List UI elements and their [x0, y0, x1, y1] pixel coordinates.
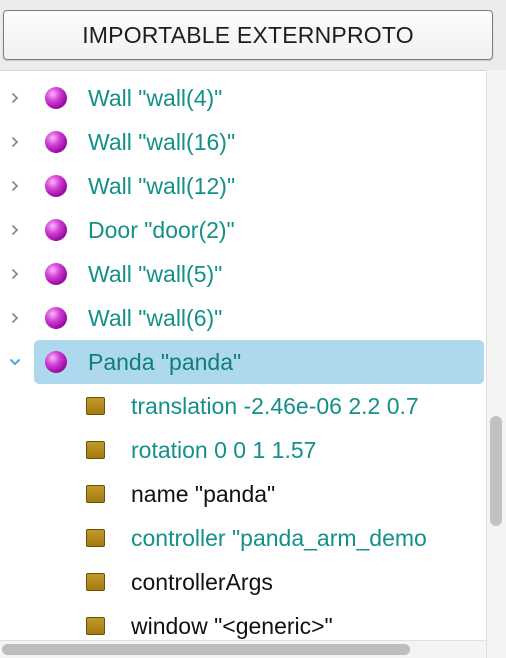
solid-node-sphere-icon: [45, 87, 67, 109]
tree-node-wall-6[interactable]: Wall "wall(6)": [0, 296, 486, 340]
field-label: window "<generic>": [131, 613, 333, 639]
tree-node-panda[interactable]: Panda "panda": [0, 340, 486, 384]
importable-externproto-button[interactable]: IMPORTABLE EXTERNPROTO: [3, 10, 493, 60]
tree-node-wall-16[interactable]: Wall "wall(16)": [0, 120, 486, 164]
field-rotation[interactable]: rotation 0 0 1 1.57: [0, 428, 486, 472]
tree-node-label: Door "door(2)": [88, 217, 235, 243]
chevron-right-icon[interactable]: [8, 221, 22, 239]
field-label: translation -2.46e-06 2.2 0.7: [131, 393, 419, 419]
field-name[interactable]: name "panda": [0, 472, 486, 516]
field-window[interactable]: window "<generic>": [0, 604, 486, 641]
tree-node-label: Wall "wall(12)": [88, 173, 236, 199]
chevron-right-icon[interactable]: [8, 309, 22, 327]
toolbar: IMPORTABLE EXTERNPROTO: [0, 0, 506, 70]
chevron-right-icon[interactable]: [8, 265, 22, 283]
scene-tree[interactable]: Wall "wall(4)" Wall "wall(16)" Wall "wal…: [0, 70, 486, 641]
solid-node-sphere-icon: [45, 351, 67, 373]
field-label: name "panda": [131, 481, 276, 507]
solid-node-sphere-icon: [45, 175, 67, 197]
solid-node-sphere-icon: [45, 307, 67, 329]
vertical-scrollbar[interactable]: [486, 70, 506, 658]
field-controller-args[interactable]: controllerArgs: [0, 560, 486, 604]
solid-node-sphere-icon: [45, 263, 67, 285]
chevron-right-icon[interactable]: [8, 133, 22, 151]
field-box-icon: [86, 441, 105, 459]
tree-node-label: Wall "wall(6)": [88, 305, 223, 331]
field-controller[interactable]: controller "panda_arm_demo: [0, 516, 486, 560]
tree-node-label: Wall "wall(4)": [88, 85, 223, 111]
horizontal-scrollbar-thumb[interactable]: [2, 644, 410, 655]
vertical-scrollbar-thumb[interactable]: [490, 416, 502, 526]
tree-node-label: Wall "wall(16)": [88, 129, 236, 155]
chevron-right-icon[interactable]: [8, 177, 22, 195]
solid-node-sphere-icon: [45, 219, 67, 241]
field-box-icon: [86, 485, 105, 503]
horizontal-scrollbar[interactable]: [0, 640, 486, 658]
tree-node-door-2[interactable]: Door "door(2)": [0, 208, 486, 252]
field-box-icon: [86, 617, 105, 635]
field-box-icon: [86, 529, 105, 547]
field-box-icon: [86, 573, 105, 591]
tree-node-label: Wall "wall(5)": [88, 261, 223, 287]
field-translation[interactable]: translation -2.46e-06 2.2 0.7: [0, 384, 486, 428]
chevron-down-icon[interactable]: [8, 353, 22, 371]
field-box-icon: [86, 397, 105, 415]
field-label: rotation 0 0 1 1.57: [131, 437, 317, 463]
field-label: controllerArgs: [131, 569, 273, 595]
tree-node-wall-4[interactable]: Wall "wall(4)": [0, 76, 486, 120]
chevron-right-icon[interactable]: [8, 89, 22, 107]
field-label: controller "panda_arm_demo: [131, 525, 427, 551]
tree-node-wall-5[interactable]: Wall "wall(5)": [0, 252, 486, 296]
tree-node-label: Panda "panda": [88, 349, 242, 375]
solid-node-sphere-icon: [45, 131, 67, 153]
tree-node-wall-12[interactable]: Wall "wall(12)": [0, 164, 486, 208]
